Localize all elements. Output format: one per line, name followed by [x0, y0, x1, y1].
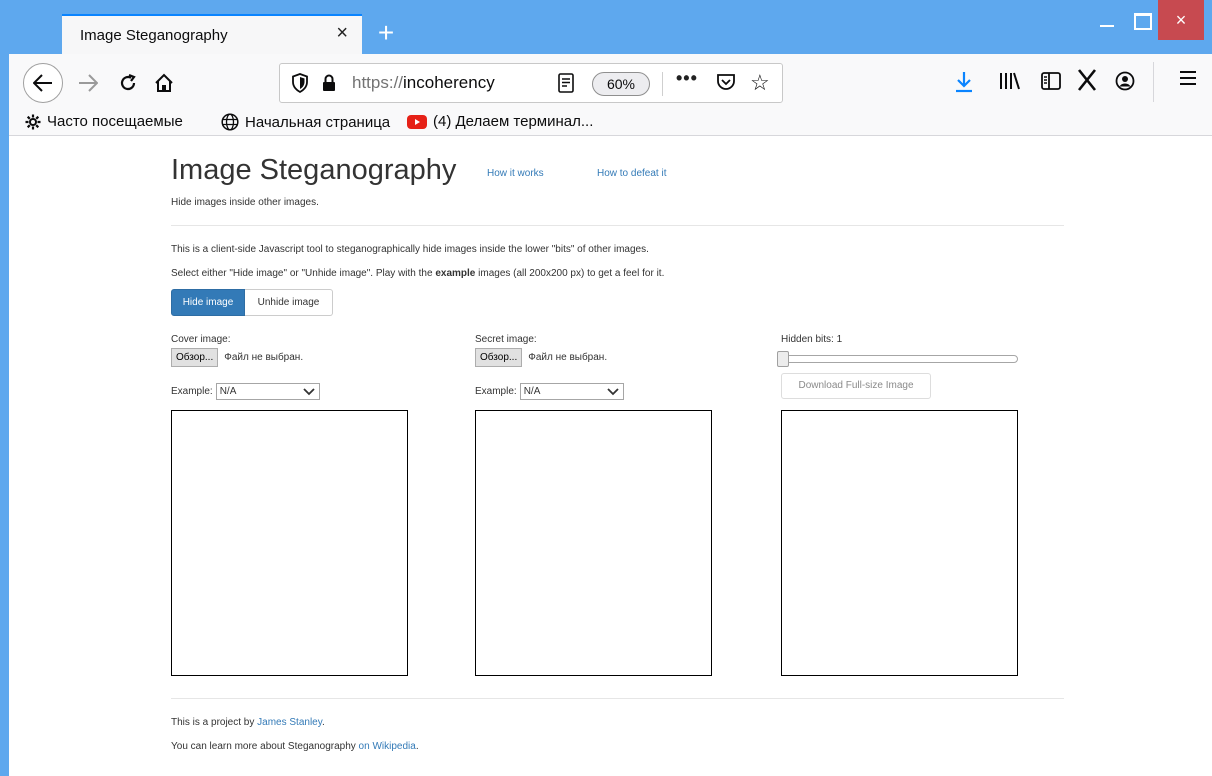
- back-button[interactable]: [23, 63, 63, 103]
- intro-text: This is a client-side Javascript tool to…: [171, 244, 649, 255]
- hide-image-button[interactable]: Hide image: [171, 289, 245, 316]
- secret-example-label: Example:: [475, 386, 517, 397]
- minimize-button[interactable]: [1092, 0, 1122, 40]
- secret-example-value: N/A: [523, 386, 541, 397]
- window-edge: [0, 54, 9, 776]
- cover-example-value: N/A: [219, 386, 237, 397]
- download-icon[interactable]: [955, 71, 973, 98]
- bookmark-label: Начальная страница: [245, 113, 391, 131]
- secret-image-canvas: [475, 410, 712, 676]
- tab-close-icon[interactable]: ×: [336, 22, 348, 45]
- forward-button[interactable]: [73, 67, 103, 99]
- page-title: Image Steganography: [171, 154, 457, 186]
- secret-example-select[interactable]: N/A: [519, 383, 624, 400]
- url-divider: [662, 72, 663, 96]
- page-content: Image Steganography How it works How to …: [9, 137, 1212, 776]
- shield-icon[interactable]: [292, 73, 308, 98]
- cover-example-select[interactable]: N/A: [215, 383, 320, 400]
- cover-image-label: Cover image:: [171, 334, 231, 345]
- secret-example-row: Example: N/A: [475, 383, 624, 400]
- bookmark-star-icon[interactable]: ☆: [750, 70, 770, 96]
- secret-file-input[interactable]: Обзор... Файл не выбран.: [475, 348, 607, 367]
- zoom-level-badge[interactable]: 60%: [592, 72, 650, 96]
- instructions-text: Select either "Hide image" or "Unhide im…: [171, 268, 664, 279]
- output-image-canvas: [781, 410, 1018, 676]
- bookmark-start-page[interactable]: Начальная страница: [221, 113, 390, 131]
- gear-icon: [25, 114, 41, 129]
- secret-browse-button[interactable]: Обзор...: [475, 348, 523, 367]
- url-scheme: https://: [352, 73, 404, 92]
- nav-link-how-to-defeat[interactable]: How to defeat it: [597, 168, 666, 179]
- hidden-bits-label: Hidden bits: 1: [781, 334, 843, 345]
- url-bar[interactable]: https://incoherency 60% ••• ☆: [279, 63, 783, 103]
- cover-image-canvas: [171, 410, 408, 676]
- youtube-icon: [407, 114, 427, 129]
- cover-example-row: Example: N/A: [171, 383, 320, 400]
- library-icon[interactable]: [999, 71, 1021, 96]
- hidden-bits-slider-thumb[interactable]: [777, 351, 789, 367]
- instructions-after: images (all 200x200 px) to get a feel fo…: [475, 268, 665, 279]
- window-close-button[interactable]: ×: [1158, 0, 1204, 40]
- nav-toolbar: https://incoherency 60% ••• ☆: [9, 54, 1212, 112]
- cover-file-status: Файл не выбран.: [224, 352, 304, 363]
- instructions-before: Select either "Hide image" or "Unhide im…: [171, 268, 436, 279]
- download-full-size-button[interactable]: Download Full-size Image: [781, 373, 931, 399]
- lock-icon[interactable]: [322, 74, 336, 97]
- home-button[interactable]: [149, 67, 179, 99]
- footer-period: .: [322, 717, 325, 728]
- page-actions-icon[interactable]: •••: [676, 68, 698, 89]
- divider: [171, 225, 1064, 226]
- nav-link-how-it-works[interactable]: How it works: [487, 168, 544, 179]
- wikipedia-link[interactable]: on Wikipedia: [359, 741, 416, 752]
- bookmark-most-visited[interactable]: Часто посещаемые: [25, 113, 183, 130]
- footer-learn-more: You can learn more about Steganography o…: [171, 741, 419, 752]
- cover-browse-button[interactable]: Обзор...: [171, 348, 219, 367]
- url-text[interactable]: https://incoherency: [352, 73, 512, 93]
- chevron-down-icon: [607, 388, 619, 396]
- reader-view-icon[interactable]: [558, 73, 574, 98]
- arrow-left-icon: [33, 74, 52, 92]
- secret-file-status: Файл не выбран.: [528, 352, 608, 363]
- hamburger-menu-icon[interactable]: [1179, 70, 1197, 91]
- instructions-bold: example: [435, 268, 476, 279]
- maximize-button[interactable]: [1124, 0, 1158, 40]
- footer-credit: This is a project by James Stanley.: [171, 717, 325, 728]
- footer-period-2: .: [415, 741, 419, 752]
- author-link[interactable]: James Stanley: [257, 717, 322, 728]
- globe-icon: [221, 113, 239, 131]
- x-extension-icon[interactable]: [1077, 68, 1097, 97]
- bookmark-label: Часто посещаемые: [47, 113, 183, 130]
- mode-toggle: Hide image Unhide image: [171, 289, 333, 316]
- tab-image-steganography[interactable]: Image Steganography ×: [62, 14, 362, 54]
- url-host: incoherency: [403, 73, 495, 92]
- unhide-image-button[interactable]: Unhide image: [245, 289, 333, 316]
- new-tab-button[interactable]: +: [373, 14, 399, 54]
- footer-text: This is a project by: [171, 717, 258, 728]
- reload-icon: [120, 73, 136, 91]
- bookmark-youtube[interactable]: (4) Делаем терминал...: [407, 113, 593, 130]
- arrow-right-icon: [79, 74, 98, 92]
- chevron-down-icon: [303, 388, 315, 396]
- account-icon[interactable]: [1115, 71, 1135, 96]
- cover-example-label: Example:: [171, 386, 213, 397]
- footer-text-2: You can learn more about Steganography: [171, 741, 359, 752]
- hidden-bits-slider[interactable]: [781, 355, 1018, 363]
- home-icon: [155, 73, 173, 92]
- toolbar-divider: [1153, 62, 1154, 102]
- reload-button[interactable]: [113, 67, 143, 99]
- bookmarks-toolbar: Часто посещаемые Начальная страница (4) …: [9, 112, 1212, 136]
- bookmark-label: (4) Делаем терминал...: [433, 113, 594, 130]
- secret-image-label: Secret image:: [475, 334, 537, 345]
- pocket-icon[interactable]: [716, 73, 736, 96]
- tab-title: Image Steganography: [80, 27, 228, 44]
- cover-file-input[interactable]: Обзор... Файл не выбран.: [171, 348, 303, 367]
- page-subtitle: Hide images inside other images.: [171, 197, 319, 208]
- footer-divider: [171, 698, 1064, 699]
- sidebar-icon[interactable]: [1041, 71, 1061, 96]
